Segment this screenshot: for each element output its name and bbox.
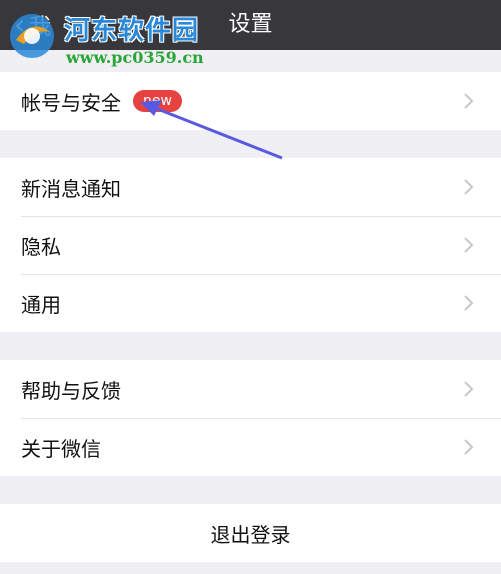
chevron-right-icon [464, 295, 474, 311]
watermark-url: www.pc0359.cn [66, 48, 204, 67]
settings-item-account-security[interactable]: 帐号与安全 new [0, 72, 501, 130]
chevron-right-icon [464, 93, 474, 109]
page-title: 设置 [228, 12, 273, 37]
settings-item-general[interactable]: 通用 [0, 274, 501, 332]
settings-item-about[interactable]: 关于微信 [0, 418, 501, 476]
chevron-right-icon [464, 179, 474, 195]
new-badge: new [133, 90, 182, 112]
chevron-right-icon [464, 237, 474, 253]
settings-item-help-feedback[interactable]: 帮助与反馈 [0, 360, 501, 418]
chevron-right-icon [464, 381, 474, 397]
logout-section: 退出登录 [0, 504, 501, 562]
settings-item-privacy[interactable]: 隐私 [0, 216, 501, 274]
settings-section-account: 帐号与安全 new [0, 72, 501, 130]
nav-bar: ‹ 我 设置 [0, 0, 501, 50]
chevron-right-icon [464, 439, 474, 455]
settings-item-label: 隐私 [21, 234, 61, 259]
settings-item-label: 新消息通知 [21, 176, 121, 201]
settings-item-notifications[interactable]: 新消息通知 [0, 158, 501, 216]
settings-section-general: 新消息通知 隐私 通用 [0, 158, 501, 332]
settings-item-label: 帮助与反馈 [21, 378, 121, 403]
logout-button[interactable]: 退出登录 [0, 504, 501, 562]
settings-section-help: 帮助与反馈 关于微信 [0, 360, 501, 476]
settings-item-label: 关于微信 [21, 436, 101, 461]
settings-item-label: 帐号与安全 [21, 90, 121, 115]
settings-item-label: 通用 [21, 292, 61, 317]
